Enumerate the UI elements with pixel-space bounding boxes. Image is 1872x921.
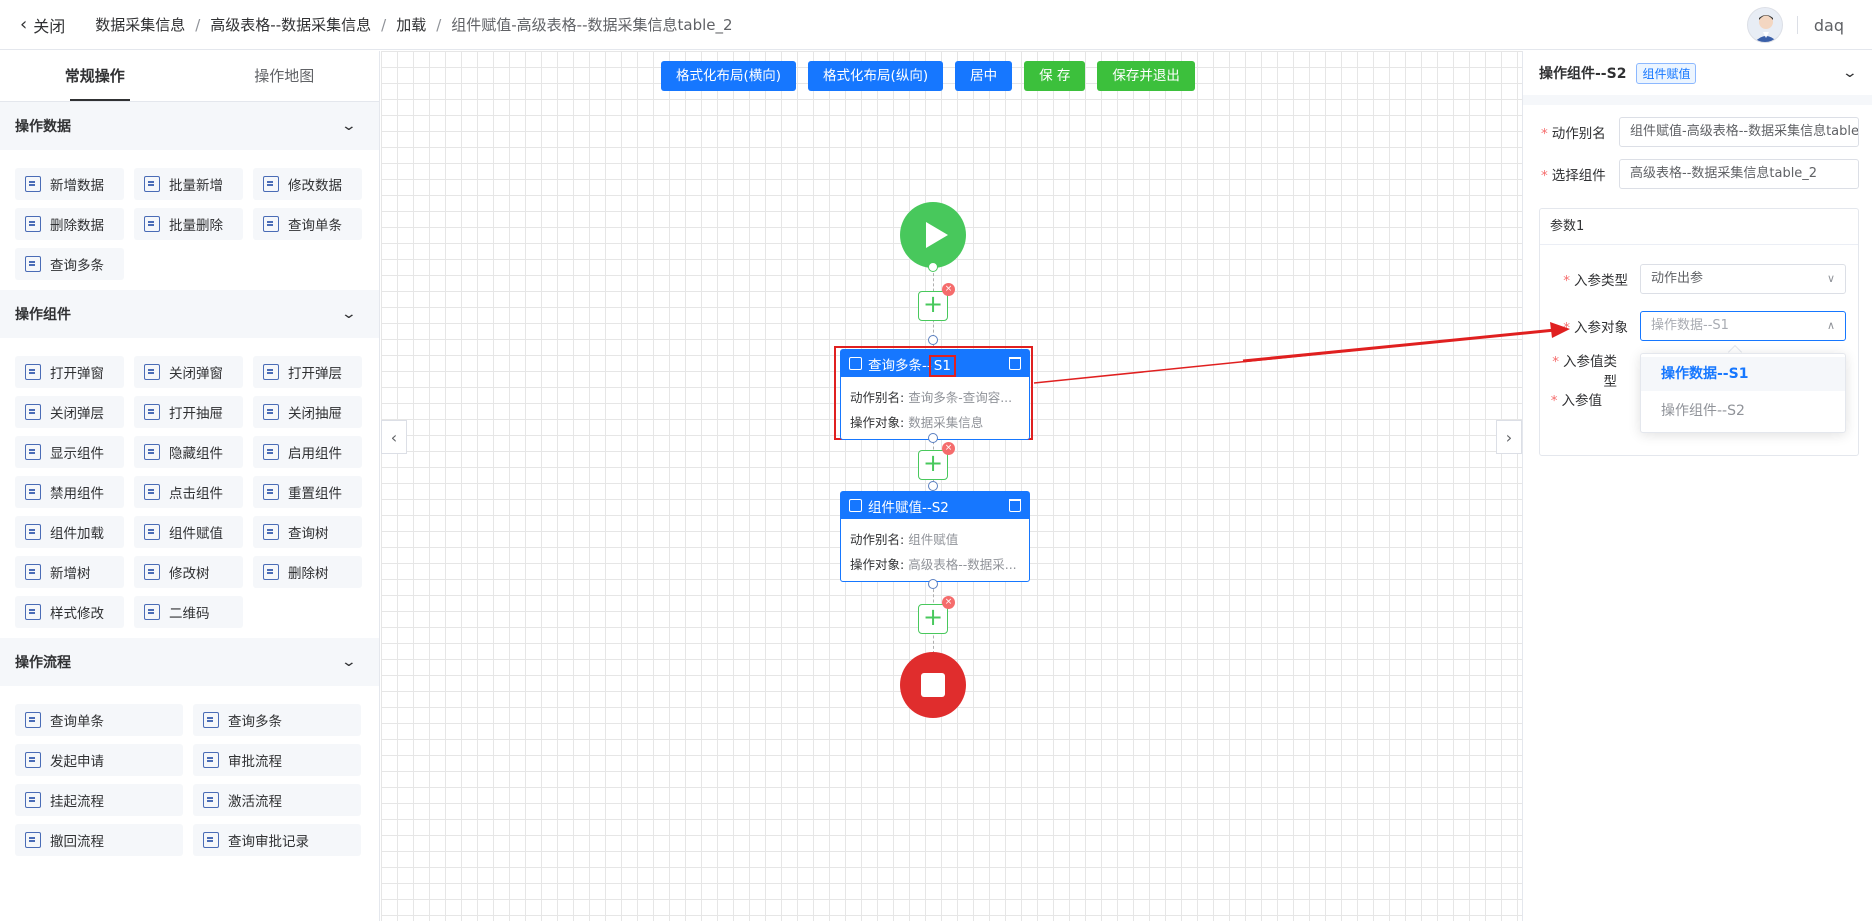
annotation-arrow <box>1033 322 1570 384</box>
